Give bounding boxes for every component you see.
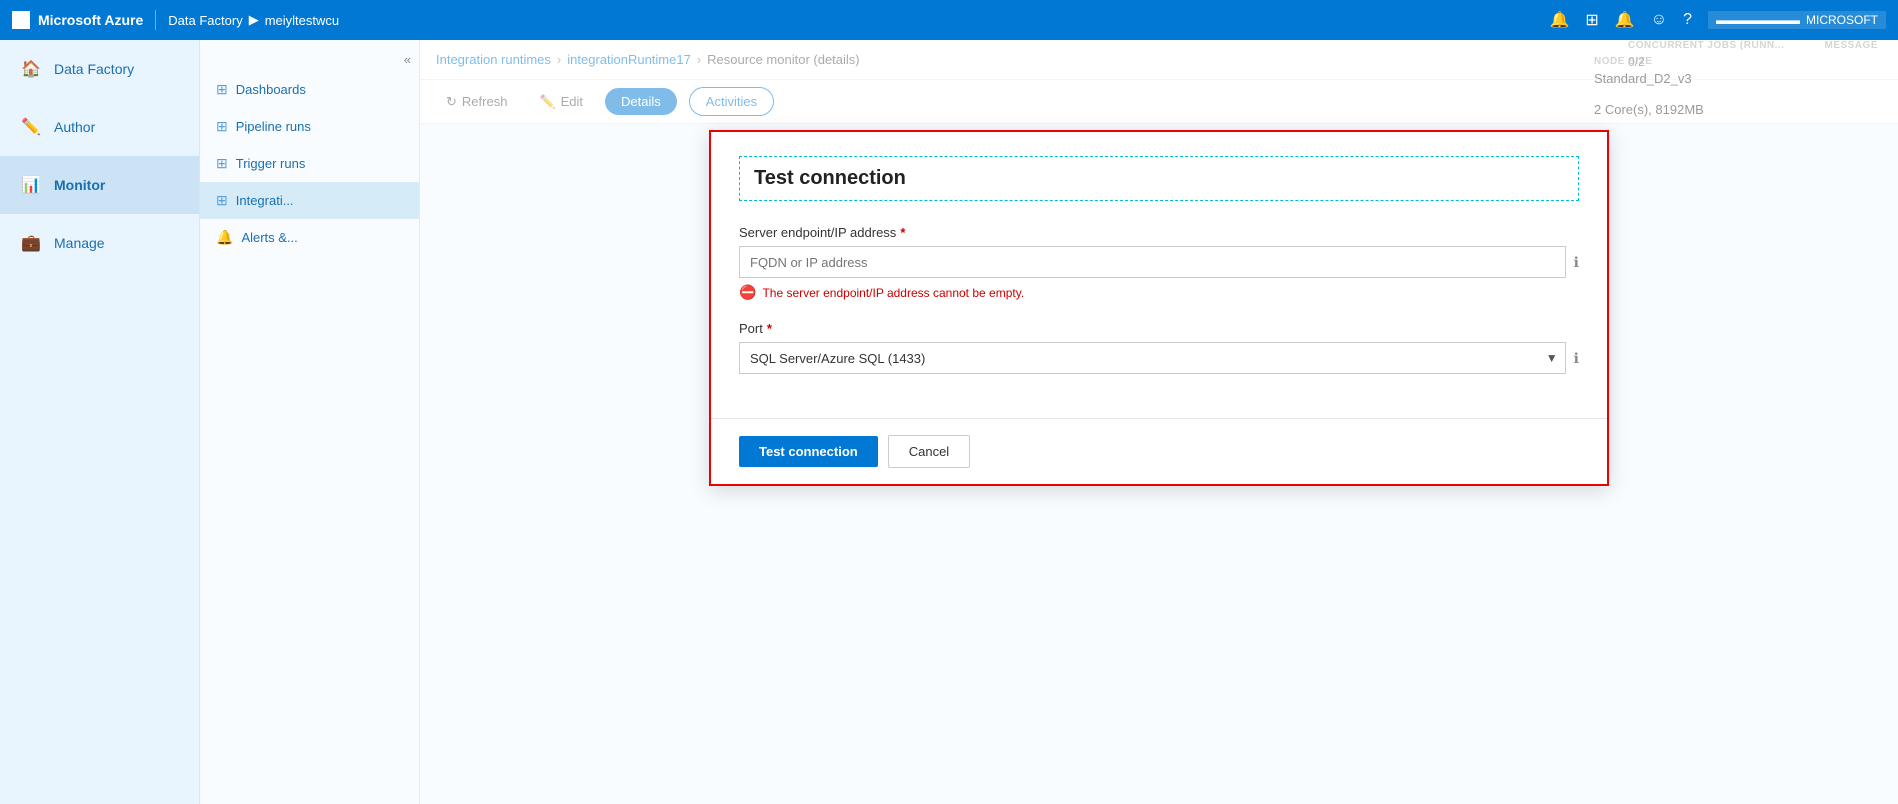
manage-icon: 💼	[20, 232, 42, 254]
sec-item-alerts[interactable]: 🔔 Alerts &...	[200, 219, 419, 256]
collapse-button[interactable]: «	[200, 48, 419, 71]
sidebar-label-author: Author	[54, 119, 95, 135]
instance-name: meiyltestwcu	[265, 13, 339, 28]
sec-label-dashboards: Dashboards	[236, 82, 306, 97]
sec-item-integration-runtimes[interactable]: ⊞ Integrati...	[200, 182, 419, 219]
port-select[interactable]: SQL Server/Azure SQL (1433) MySQL (3306)…	[739, 342, 1566, 374]
error-circle-icon: ⛔	[739, 284, 756, 301]
user-name: ▬▬▬▬▬▬▬	[1716, 13, 1800, 27]
cloud-icon[interactable]: ⊞	[1585, 10, 1598, 30]
sidebar-label-data-factory: Data Factory	[54, 61, 134, 77]
cancel-button[interactable]: Cancel	[888, 435, 970, 468]
sidebar-label-manage: Manage	[54, 235, 105, 251]
content-area: Integration runtimes › integrationRuntim…	[420, 40, 1898, 804]
server-endpoint-field-group: Server endpoint/IP address * ℹ ⛔ The ser…	[739, 225, 1579, 301]
dialog-body: Test connection Server endpoint/IP addre…	[711, 132, 1607, 418]
alerts-icon: 🔔	[216, 229, 233, 246]
server-endpoint-input[interactable]	[739, 246, 1566, 278]
dialog-container: Test connection Server endpoint/IP addre…	[709, 130, 1609, 486]
test-connection-button[interactable]: Test connection	[739, 436, 878, 467]
dialog-title-area: Test connection	[739, 156, 1579, 201]
top-nav: Microsoft Azure Data Factory ▶ meiyltest…	[0, 0, 1898, 40]
sidebar: 🏠 Data Factory ✏️ Author 📊 Monitor 💼 Man…	[0, 40, 200, 804]
server-endpoint-info-icon[interactable]: ℹ	[1574, 254, 1579, 271]
integration-icon: ⊞	[216, 192, 228, 209]
server-endpoint-label: Server endpoint/IP address *	[739, 225, 1579, 240]
sidebar-item-data-factory[interactable]: 🏠 Data Factory	[0, 40, 199, 98]
alert-icon[interactable]: 🔔	[1615, 10, 1635, 30]
port-label-text: Port	[739, 321, 763, 336]
sec-label-alerts: Alerts &...	[241, 230, 297, 245]
help-icon[interactable]: ?	[1683, 11, 1692, 29]
monitor-icon: 📊	[20, 174, 42, 196]
secondary-sidebar: « ⊞ Dashboards ⊞ Pipeline runs ⊞ Trigger…	[200, 40, 420, 804]
dashboard-icon: ⊞	[216, 81, 228, 98]
server-endpoint-label-text: Server endpoint/IP address	[739, 225, 896, 240]
port-required: *	[767, 321, 772, 336]
port-select-wrapper: SQL Server/Azure SQL (1433) MySQL (3306)…	[739, 342, 1566, 374]
server-endpoint-row: ℹ	[739, 246, 1579, 278]
error-text: The server endpoint/IP address cannot be…	[762, 286, 1024, 300]
port-row: SQL Server/Azure SQL (1433) MySQL (3306)…	[739, 342, 1579, 374]
port-info-icon[interactable]: ℹ	[1574, 350, 1579, 367]
sidebar-item-author[interactable]: ✏️ Author	[0, 98, 199, 156]
app-breadcrumb: Data Factory ▶ meiyltestwcu	[168, 12, 339, 28]
server-endpoint-error: ⛔ The server endpoint/IP address cannot …	[739, 284, 1579, 301]
pipeline-icon: ⊞	[216, 118, 228, 135]
sidebar-item-manage[interactable]: 💼 Manage	[0, 214, 199, 272]
trigger-icon: ⊞	[216, 155, 228, 172]
cancel-btn-label: Cancel	[909, 444, 949, 459]
port-label: Port *	[739, 321, 1579, 336]
top-nav-right: 🔔 ⊞ 🔔 ☺ ? ▬▬▬▬▬▬▬ MICROSOFT	[1550, 10, 1887, 30]
org-name: MICROSOFT	[1806, 13, 1878, 27]
sec-label-trigger-runs: Trigger runs	[236, 156, 306, 171]
sec-item-trigger-runs[interactable]: ⊞ Trigger runs	[200, 145, 419, 182]
sec-label-integration: Integrati...	[236, 193, 294, 208]
port-field-group: Port * SQL Server/Azure SQL (1433) MySQL…	[739, 321, 1579, 374]
brand-name: Microsoft Azure	[38, 12, 143, 28]
sidebar-item-monitor[interactable]: 📊 Monitor	[0, 156, 199, 214]
main-layout: 🏠 Data Factory ✏️ Author 📊 Monitor 💼 Man…	[0, 40, 1898, 804]
nav-arrow: ▶	[249, 12, 259, 28]
test-connection-btn-label: Test connection	[759, 444, 858, 459]
test-connection-dialog: Test connection Server endpoint/IP addre…	[709, 130, 1609, 486]
home-icon: 🏠	[20, 58, 42, 80]
server-endpoint-required: *	[900, 225, 905, 240]
nav-divider	[155, 10, 156, 30]
notification-icon[interactable]: 🔔	[1550, 10, 1570, 30]
brand-area: Microsoft Azure	[12, 11, 143, 29]
smiley-icon[interactable]: ☺	[1651, 11, 1667, 29]
dialog-footer: Test connection Cancel	[711, 418, 1607, 484]
author-icon: ✏️	[20, 116, 42, 138]
dialog-title: Test connection	[754, 167, 1564, 190]
azure-logo	[12, 11, 30, 29]
sec-label-pipeline-runs: Pipeline runs	[236, 119, 311, 134]
sec-item-dashboards[interactable]: ⊞ Dashboards	[200, 71, 419, 108]
app-name: Data Factory	[168, 13, 242, 28]
sec-item-pipeline-runs[interactable]: ⊞ Pipeline runs	[200, 108, 419, 145]
user-area[interactable]: ▬▬▬▬▬▬▬ MICROSOFT	[1708, 11, 1886, 29]
sidebar-label-monitor: Monitor	[54, 177, 105, 193]
